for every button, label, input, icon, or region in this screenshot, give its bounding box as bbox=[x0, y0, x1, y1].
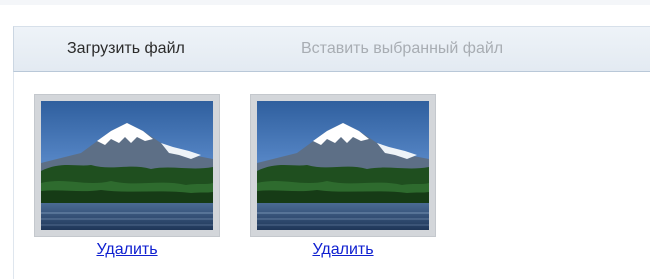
mountain-lake-photo-icon[interactable] bbox=[41, 101, 213, 230]
top-strip bbox=[0, 0, 650, 5]
tab-upload-file[interactable]: Загрузить файл bbox=[67, 39, 185, 59]
delete-link[interactable]: Удалить bbox=[250, 241, 436, 259]
thumbnail-frame bbox=[34, 94, 220, 237]
delete-link[interactable]: Удалить bbox=[34, 241, 220, 259]
tab-insert-selected-file: Вставить выбранный файл bbox=[301, 40, 504, 57]
file-list: Удалить Удалить bbox=[13, 72, 650, 279]
file-manager-panel: Загрузить файл Вставить выбранный файл У… bbox=[0, 0, 650, 279]
toolbar: Загрузить файл Вставить выбранный файл bbox=[13, 26, 650, 72]
mountain-lake-photo-icon[interactable] bbox=[257, 101, 429, 230]
thumbnail-frame bbox=[250, 94, 436, 237]
